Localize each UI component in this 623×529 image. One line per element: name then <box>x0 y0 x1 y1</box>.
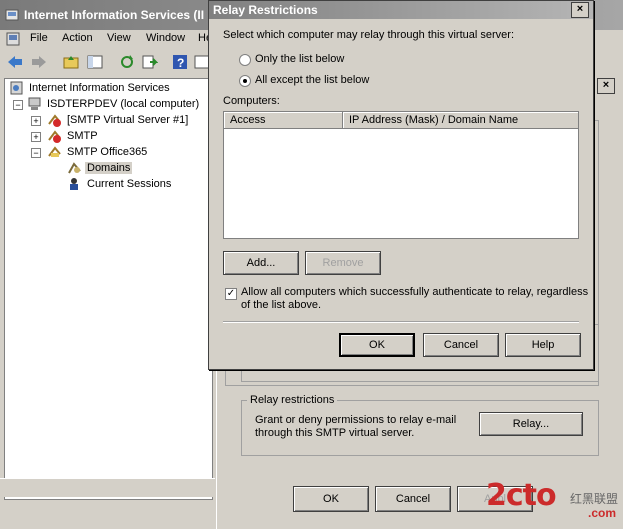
all-except-radio[interactable] <box>239 75 251 87</box>
relay-group-title: Relay restrictions <box>247 394 338 406</box>
only-list-radio[interactable] <box>239 54 251 66</box>
sessions-icon <box>70 178 78 190</box>
tree-root[interactable]: Internet Information Services <box>5 81 210 97</box>
tree-item-current-sessions[interactable]: Current Sessions <box>5 177 210 193</box>
tree-computer[interactable]: − ISDTERPDEV (local computer) <box>5 97 210 113</box>
status-bar <box>0 478 215 497</box>
expand-icon[interactable]: + <box>31 116 41 126</box>
forward-icon[interactable] <box>30 53 48 71</box>
smtp-stopped-icon <box>48 114 61 127</box>
cancel-button[interactable]: Cancel <box>423 333 499 357</box>
tree-item-label: Domains <box>85 162 133 174</box>
allow-auth-checkbox[interactable]: ✓ <box>225 288 237 300</box>
relay-prompt: Select which computer may relay through … <box>223 29 515 41</box>
menu-view[interactable]: View <box>107 32 131 44</box>
tree-item-label: [SMTP Virtual Server #1] <box>67 114 189 126</box>
tree-item-label: SMTP <box>67 130 98 142</box>
computer-icon <box>28 97 41 110</box>
menu-action[interactable]: Action <box>62 32 93 44</box>
tree-item-domains[interactable]: Domains <box>5 161 210 177</box>
iis-root-icon <box>10 81 23 95</box>
tree-item-smtp[interactable]: + SMTP <box>5 129 210 145</box>
ok-button[interactable]: OK <box>293 486 369 512</box>
relay-titlebar[interactable]: Relay Restrictions × <box>209 1 593 19</box>
ok-button[interactable]: OK <box>339 333 415 357</box>
help-button[interactable]: Help <box>505 333 581 357</box>
computers-list[interactable]: Access IP Address (Mask) / Domain Name <box>223 111 579 239</box>
tree-item-label: SMTP Office365 <box>67 146 148 158</box>
smtp-server-icon <box>48 146 61 157</box>
relay-dialog-title: Relay Restrictions <box>213 3 318 17</box>
menu-window[interactable]: Window <box>146 32 185 44</box>
domains-icon <box>68 162 81 174</box>
iis-app-icon <box>5 9 19 21</box>
divider <box>223 321 579 323</box>
watermark-domain: .com <box>588 506 617 520</box>
add-button[interactable]: Add... <box>223 251 299 275</box>
iis-window-title: Internet Information Services (II <box>24 8 205 22</box>
help-icon[interactable]: ? <box>171 53 189 71</box>
watermark-logo: 2cto <box>486 478 557 513</box>
export-list-icon[interactable] <box>140 53 158 71</box>
refresh-icon[interactable] <box>118 53 136 71</box>
remove-button[interactable]: Remove <box>305 251 381 275</box>
close-icon[interactable]: × <box>597 78 615 94</box>
all-except-label[interactable]: All except the list below <box>255 74 369 86</box>
relay-restrictions-dialog: Relay Restrictions × Select which comput… <box>208 0 594 370</box>
smtp-stopped-icon <box>48 130 61 143</box>
watermark-text: 红黑联盟 <box>570 492 619 506</box>
collapse-icon[interactable]: − <box>31 148 41 158</box>
allow-auth-label[interactable]: of the list above. <box>241 299 321 311</box>
tree-root-label: Internet Information Services <box>29 82 170 94</box>
column-access[interactable]: Access <box>224 112 343 129</box>
relay-button[interactable]: Relay... <box>479 412 583 436</box>
computers-label: Computers: <box>223 95 280 107</box>
collapse-icon[interactable]: − <box>13 100 23 110</box>
tree-pane: Internet Information Services − ISDTERPD… <box>4 78 213 500</box>
tree-item-label: Current Sessions <box>87 178 172 190</box>
tree-item-smtp-vs1[interactable]: + [SMTP Virtual Server #1] <box>5 113 210 129</box>
show-hide-tree-icon[interactable] <box>86 53 104 71</box>
expand-icon[interactable]: + <box>31 132 41 142</box>
only-list-label[interactable]: Only the list below <box>255 53 344 65</box>
cancel-button[interactable]: Cancel <box>375 486 451 512</box>
back-icon[interactable] <box>6 53 24 71</box>
close-icon[interactable]: × <box>571 2 589 18</box>
console-icon[interactable] <box>6 32 20 46</box>
tree-item-smtp-office365[interactable]: − SMTP Office365 <box>5 145 210 161</box>
menu-file[interactable]: File <box>30 32 48 44</box>
relay-group-text: Grant or deny permissions to relay e-mai… <box>255 414 457 426</box>
column-ip-address[interactable]: IP Address (Mask) / Domain Name <box>343 112 579 129</box>
relay-group-text: through this SMTP virtual server. <box>255 427 415 439</box>
tree-computer-label: ISDTERPDEV (local computer) <box>47 98 200 110</box>
allow-auth-label[interactable]: Allow all computers which successfully a… <box>241 286 588 298</box>
svg-text:?: ? <box>177 56 184 70</box>
up-folder-icon[interactable] <box>62 53 80 71</box>
